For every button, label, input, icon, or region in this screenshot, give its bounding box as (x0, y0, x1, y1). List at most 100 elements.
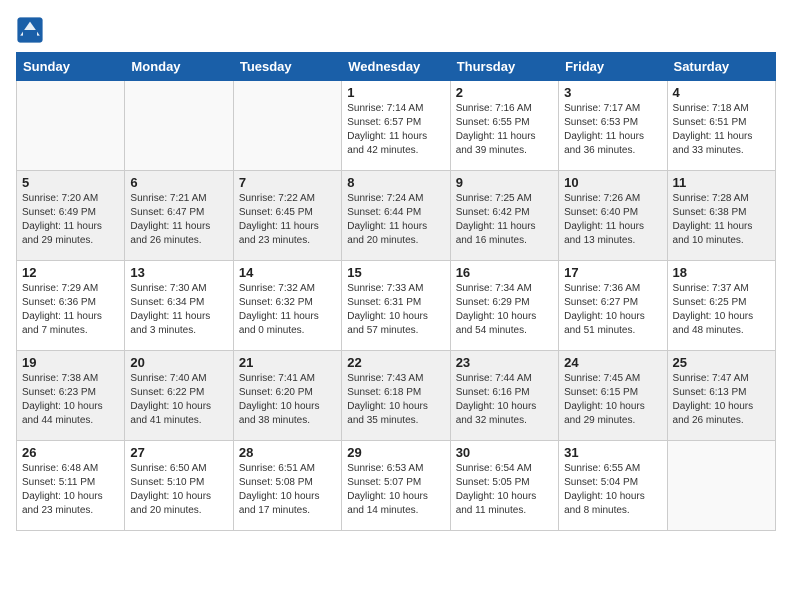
day-info: Sunrise: 7:43 AM Sunset: 6:18 PM Dayligh… (347, 372, 444, 428)
calendar-cell: 21 Sunrise: 7:41 AM Sunset: 6:20 PM Dayli… (233, 351, 341, 441)
day-number: 21 (239, 355, 336, 370)
calendar-cell: 15 Sunrise: 7:33 AM Sunset: 6:31 PM Dayli… (342, 261, 450, 351)
day-number: 14 (239, 265, 336, 280)
day-number: 31 (564, 445, 661, 460)
day-number: 6 (130, 175, 227, 190)
calendar-cell: 27 Sunrise: 6:50 AM Sunset: 5:10 PM Dayli… (125, 441, 233, 531)
day-info: Sunrise: 6:53 AM Sunset: 5:07 PM Dayligh… (347, 462, 444, 518)
day-info: Sunrise: 6:50 AM Sunset: 5:10 PM Dayligh… (130, 462, 227, 518)
calendar-cell: 20 Sunrise: 7:40 AM Sunset: 6:22 PM Dayli… (125, 351, 233, 441)
day-number: 15 (347, 265, 444, 280)
day-number: 5 (22, 175, 119, 190)
day-info: Sunrise: 7:38 AM Sunset: 6:23 PM Dayligh… (22, 372, 119, 428)
day-info: Sunrise: 7:44 AM Sunset: 6:16 PM Dayligh… (456, 372, 553, 428)
col-header-friday: Friday (559, 53, 667, 81)
day-info: Sunrise: 7:36 AM Sunset: 6:27 PM Dayligh… (564, 282, 661, 338)
calendar-cell: 5Sunrise: 7:20 AM Sunset: 6:49 PM Daylig… (17, 171, 125, 261)
calendar-cell (667, 441, 775, 531)
calendar-cell: 14 Sunrise: 7:32 AM Sunset: 6:32 PM Dayli… (233, 261, 341, 351)
day-number: 13 (130, 265, 227, 280)
calendar-cell: 10 Sunrise: 7:26 AM Sunset: 6:40 PM Dayli… (559, 171, 667, 261)
day-number: 25 (673, 355, 770, 370)
day-info: Sunrise: 6:51 AM Sunset: 5:08 PM Dayligh… (239, 462, 336, 518)
day-number: 26 (22, 445, 119, 460)
day-info: Sunrise: 7:16 AM Sunset: 6:55 PM Dayligh… (456, 102, 553, 158)
day-number: 8 (347, 175, 444, 190)
day-number: 7 (239, 175, 336, 190)
calendar-cell: 6 Sunrise: 7:21 AM Sunset: 6:47 PM Daylig… (125, 171, 233, 261)
day-number: 10 (564, 175, 661, 190)
col-header-saturday: Saturday (667, 53, 775, 81)
calendar-cell: 30 Sunrise: 6:54 AM Sunset: 5:05 PM Dayli… (450, 441, 558, 531)
calendar-cell: 12 Sunrise: 7:29 AM Sunset: 6:36 PM Dayli… (17, 261, 125, 351)
day-info: Sunrise: 7:40 AM Sunset: 6:22 PM Dayligh… (130, 372, 227, 428)
logo-icon (16, 16, 44, 44)
day-info: Sunrise: 7:41 AM Sunset: 6:20 PM Dayligh… (239, 372, 336, 428)
calendar-cell: 24 Sunrise: 7:45 AM Sunset: 6:15 PM Dayli… (559, 351, 667, 441)
day-info: Sunrise: 7:33 AM Sunset: 6:31 PM Dayligh… (347, 282, 444, 338)
day-info: Sunrise: 7:32 AM Sunset: 6:32 PM Dayligh… (239, 282, 336, 338)
day-info: Sunrise: 7:22 AM Sunset: 6:45 PM Dayligh… (239, 192, 336, 248)
calendar-cell: 7 Sunrise: 7:22 AM Sunset: 6:45 PM Daylig… (233, 171, 341, 261)
day-number: 17 (564, 265, 661, 280)
day-info: Sunrise: 6:55 AM Sunset: 5:04 PM Dayligh… (564, 462, 661, 518)
col-header-monday: Monday (125, 53, 233, 81)
col-header-sunday: Sunday (17, 53, 125, 81)
calendar-cell: 25 Sunrise: 7:47 AM Sunset: 6:13 PM Dayli… (667, 351, 775, 441)
day-info: Sunrise: 7:30 AM Sunset: 6:34 PM Dayligh… (130, 282, 227, 338)
calendar-cell: 1 Sunrise: 7:14 AM Sunset: 6:57 PM Daylig… (342, 81, 450, 171)
day-info: Sunrise: 7:47 AM Sunset: 6:13 PM Dayligh… (673, 372, 770, 428)
day-number: 22 (347, 355, 444, 370)
calendar-cell: 8 Sunrise: 7:24 AM Sunset: 6:44 PM Daylig… (342, 171, 450, 261)
col-header-wednesday: Wednesday (342, 53, 450, 81)
day-number: 2 (456, 85, 553, 100)
calendar-cell: 4 Sunrise: 7:18 AM Sunset: 6:51 PM Daylig… (667, 81, 775, 171)
calendar-table: SundayMondayTuesdayWednesdayThursdayFrid… (16, 52, 776, 531)
calendar-cell: 29 Sunrise: 6:53 AM Sunset: 5:07 PM Dayli… (342, 441, 450, 531)
day-number: 4 (673, 85, 770, 100)
calendar-header: SundayMondayTuesdayWednesdayThursdayFrid… (17, 53, 776, 81)
calendar-cell (17, 81, 125, 171)
calendar-cell: 3 Sunrise: 7:17 AM Sunset: 6:53 PM Daylig… (559, 81, 667, 171)
calendar-cell: 26Sunrise: 6:48 AM Sunset: 5:11 PM Dayli… (17, 441, 125, 531)
day-number: 9 (456, 175, 553, 190)
calendar-cell: 17 Sunrise: 7:36 AM Sunset: 6:27 PM Dayli… (559, 261, 667, 351)
day-info: Sunrise: 7:45 AM Sunset: 6:15 PM Dayligh… (564, 372, 661, 428)
calendar-cell: 23 Sunrise: 7:44 AM Sunset: 6:16 PM Dayli… (450, 351, 558, 441)
day-number: 18 (673, 265, 770, 280)
day-info: Sunrise: 7:21 AM Sunset: 6:47 PM Dayligh… (130, 192, 227, 248)
day-number: 23 (456, 355, 553, 370)
day-number: 16 (456, 265, 553, 280)
calendar-cell: 2 Sunrise: 7:16 AM Sunset: 6:55 PM Daylig… (450, 81, 558, 171)
page-header (16, 16, 776, 44)
day-info: Sunrise: 7:18 AM Sunset: 6:51 PM Dayligh… (673, 102, 770, 158)
day-number: 3 (564, 85, 661, 100)
calendar-cell: 19 Sunrise: 7:38 AM Sunset: 6:23 PM Dayli… (17, 351, 125, 441)
day-number: 19 (22, 355, 119, 370)
day-info: Sunrise: 7:29 AM Sunset: 6:36 PM Dayligh… (22, 282, 119, 338)
day-number: 11 (673, 175, 770, 190)
day-number: 20 (130, 355, 227, 370)
day-info: Sunrise: 7:17 AM Sunset: 6:53 PM Dayligh… (564, 102, 661, 158)
day-number: 1 (347, 85, 444, 100)
day-number: 29 (347, 445, 444, 460)
calendar-cell: 13 Sunrise: 7:30 AM Sunset: 6:34 PM Dayli… (125, 261, 233, 351)
calendar-cell: 16Sunrise: 7:34 AM Sunset: 6:29 PM Dayli… (450, 261, 558, 351)
day-number: 30 (456, 445, 553, 460)
day-info: Sunrise: 7:26 AM Sunset: 6:40 PM Dayligh… (564, 192, 661, 248)
logo (16, 16, 48, 44)
day-number: 12 (22, 265, 119, 280)
day-info: Sunrise: 7:14 AM Sunset: 6:57 PM Dayligh… (347, 102, 444, 158)
calendar-cell: 11Sunrise: 7:28 AM Sunset: 6:38 PM Dayli… (667, 171, 775, 261)
day-info: Sunrise: 6:54 AM Sunset: 5:05 PM Dayligh… (456, 462, 553, 518)
calendar-cell (125, 81, 233, 171)
day-number: 28 (239, 445, 336, 460)
day-info: Sunrise: 7:24 AM Sunset: 6:44 PM Dayligh… (347, 192, 444, 248)
calendar-cell: 28 Sunrise: 6:51 AM Sunset: 5:08 PM Dayli… (233, 441, 341, 531)
calendar-cell: 22 Sunrise: 7:43 AM Sunset: 6:18 PM Dayli… (342, 351, 450, 441)
calendar-cell: 18 Sunrise: 7:37 AM Sunset: 6:25 PM Dayli… (667, 261, 775, 351)
day-info: Sunrise: 7:25 AM Sunset: 6:42 PM Dayligh… (456, 192, 553, 248)
day-number: 27 (130, 445, 227, 460)
day-number: 24 (564, 355, 661, 370)
day-info: Sunrise: 7:37 AM Sunset: 6:25 PM Dayligh… (673, 282, 770, 338)
